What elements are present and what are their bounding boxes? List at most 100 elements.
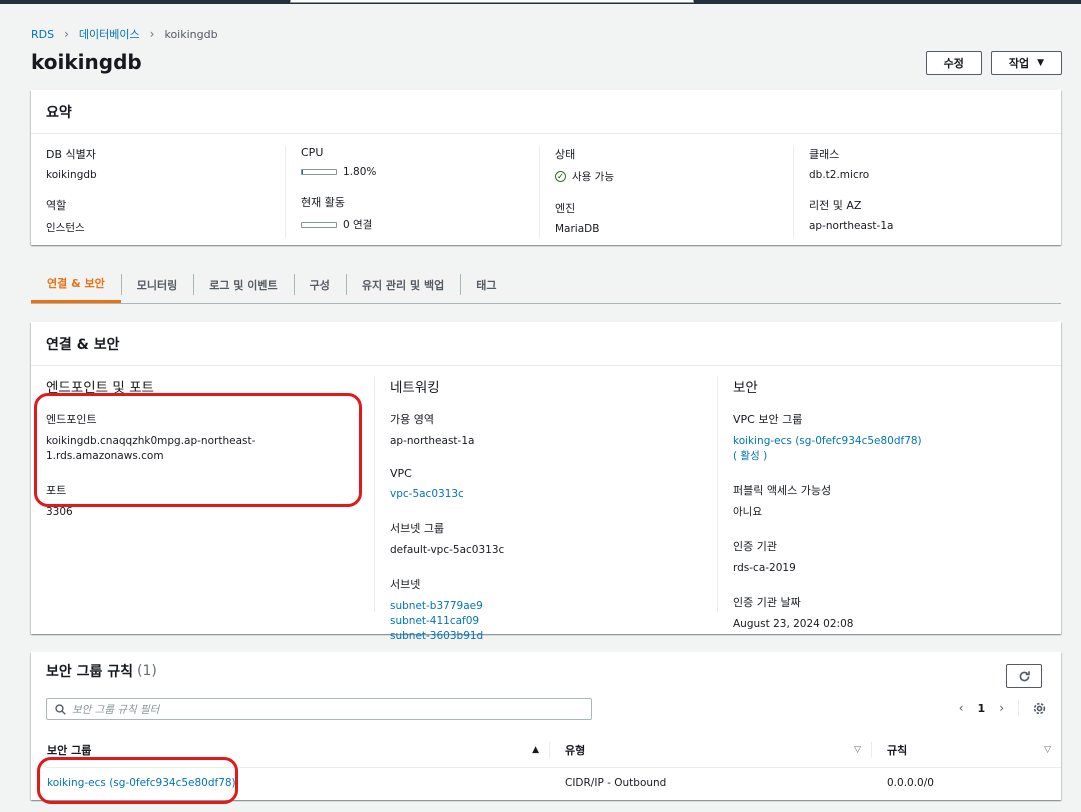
region-value: ap-northeast-1a [809, 220, 894, 232]
search-bar-edge[interactable] [290, 0, 694, 3]
ca-date-value: August 23, 2024 02:08 [733, 618, 854, 630]
breadcrumb-databases[interactable]: 데이터베이스 [79, 26, 140, 42]
caret-down-icon: ▼ [1037, 58, 1044, 68]
class-label: 클래스 [809, 148, 840, 161]
column-label: 규칙 [887, 743, 908, 757]
chevron-right-icon: › [64, 27, 69, 41]
pager-divider [1018, 700, 1019, 716]
subnets-label: 서브넷 [390, 578, 421, 591]
cpu-bar [301, 169, 337, 175]
subnet-link[interactable]: subnet-b3779ae9 [390, 600, 483, 612]
summary-panel: 요약 DB 식별자 koikingdb 역할 인스턴스 CPU 1.80% 현재… [31, 90, 1061, 245]
breadcrumb: RDS › 데이터베이스 › koikingdb [31, 26, 218, 42]
db-identifier-label: DB 식별자 [46, 148, 96, 161]
chevron-left-icon[interactable]: ‹ [959, 701, 964, 715]
summary-col-2: CPU 1.80% 현재 활동 0 연결 [285, 146, 539, 238]
column-header-security-group[interactable]: 보안 그룹 ▲ [46, 742, 549, 758]
engine-label: 엔진 [555, 202, 576, 215]
cpu-label: CPU [301, 146, 324, 159]
tab-logs-events[interactable]: 로그 및 이벤트 [193, 266, 293, 303]
security-title: 보안 [733, 380, 758, 396]
breadcrumb-current: koikingdb [164, 27, 218, 41]
engine-value: MariaDB [555, 223, 600, 235]
ca-value: rds-ca-2019 [733, 562, 796, 574]
rules-header: 보안 그룹 규칙 (1) [31, 652, 1061, 690]
vpc-sg-label: VPC 보안 그룹 [733, 413, 803, 426]
subnet-link[interactable]: subnet-411caf09 [390, 615, 479, 627]
sort-icon: ▽ [1044, 744, 1051, 755]
summary-title: 요약 [31, 90, 1061, 134]
vpc-link[interactable]: vpc-5ac0313c [390, 488, 464, 500]
tab-monitoring[interactable]: 모니터링 [120, 266, 193, 303]
networking-column: 네트워킹 가용 영역 ap-northeast-1a VPC vpc-5ac03… [374, 376, 717, 642]
activity-value: 0 연결 [343, 219, 373, 231]
rules-count: (1) [137, 663, 157, 679]
endpoint-column: 엔드포인트 및 포트 엔드포인트 koikingdb.cnaqqzhk0mpg.… [31, 376, 374, 612]
rules-table: 보안 그룹 ▲ 유형 ▽ 규칙 ▽ koiking-ecs (sg-0fefc9… [46, 732, 1061, 798]
column-label: 보안 그룹 [47, 743, 92, 757]
rule-cidr: 0.0.0.0/0 [887, 777, 934, 789]
refresh-icon [1019, 670, 1030, 681]
tab-connectivity[interactable]: 연결 & 보안 [31, 266, 121, 303]
refresh-button[interactable] [1006, 664, 1042, 688]
sort-asc-icon: ▲ [532, 744, 539, 755]
port-label: 포트 [46, 484, 67, 497]
page-title: koikingdb [31, 50, 142, 74]
chevron-right-icon[interactable]: › [999, 701, 1004, 715]
filter-placeholder: 보안 그룹 규칙 필터 [72, 703, 160, 716]
tab-tags[interactable]: 태그 [460, 266, 512, 303]
az-value: ap-northeast-1a [390, 435, 475, 447]
search-icon [55, 703, 66, 715]
rule-type: CIDR/IP - Outbound [565, 777, 667, 789]
public-access-label: 퍼블릭 액세스 가능성 [733, 484, 832, 497]
table-row: koiking-ecs (sg-0fefc934c5e80df78) CIDR/… [46, 768, 1061, 798]
chevron-right-icon: › [149, 27, 155, 41]
pagination: ‹ 1 › [959, 700, 1046, 716]
header-actions: 수정 작업 ▼ [925, 51, 1062, 75]
summary-col-3: 상태 ✓ 사용 가능 엔진 MariaDB [539, 146, 793, 238]
subnet-group-label: 서브넷 그룹 [390, 522, 445, 535]
rules-title: 보안 그룹 규칙 [46, 664, 134, 680]
az-label: 가용 영역 [390, 413, 434, 426]
endpoint-section-title: 엔드포인트 및 포트 [46, 380, 154, 396]
status-value: 사용 가능 [572, 171, 614, 183]
public-access-value: 아니요 [733, 506, 762, 518]
vpc-label: VPC [390, 467, 412, 480]
vpc-sg-link[interactable]: koiking-ecs (sg-0fefc934c5e80df78) [733, 435, 922, 447]
connectivity-title: 연결 & 보안 [31, 322, 1061, 366]
column-header-type[interactable]: 유형 ▽ [549, 741, 871, 758]
modify-button[interactable]: 수정 [925, 51, 982, 75]
vpc-sg-status: ( 활성 ) [733, 450, 768, 462]
region-label: 리전 및 AZ [809, 199, 862, 212]
tab-maintenance-backup[interactable]: 유지 관리 및 백업 [345, 266, 460, 303]
ca-date-label: 인증 기관 날짜 [733, 596, 801, 609]
security-group-rules-panel: 보안 그룹 규칙 (1) 보안 그룹 규칙 필터 ‹ 1 › 보안 그룹 ▲ 유… [31, 652, 1061, 800]
page-number[interactable]: 1 [978, 702, 986, 715]
top-nav-bar [0, 0, 1081, 4]
status-label: 상태 [555, 148, 576, 161]
cpu-value: 1.80% [343, 166, 377, 178]
connectivity-panel: 연결 & 보안 엔드포인트 및 포트 엔드포인트 koikingdb.cnaqq… [31, 322, 1061, 642]
subnet-link[interactable]: subnet-3603b91d [390, 630, 483, 642]
security-column: 보안 VPC 보안 그룹 koiking-ecs (sg-0fefc934c5e… [717, 376, 1060, 630]
column-header-rule[interactable]: 규칙 ▽ [871, 741, 1061, 758]
subnet-group-value: default-vpc-5ac0313c [390, 544, 505, 556]
tab-configuration[interactable]: 구성 [293, 266, 346, 303]
networking-title: 네트워킹 [390, 380, 440, 396]
gear-icon[interactable] [1033, 702, 1046, 715]
activity-label: 현재 활동 [301, 196, 345, 209]
column-label: 유형 [565, 743, 586, 757]
rule-security-group-link[interactable]: koiking-ecs (sg-0fefc934c5e80df78) [47, 777, 236, 789]
actions-button-label: 작업 [1008, 57, 1030, 70]
breadcrumb-rds[interactable]: RDS [31, 28, 54, 41]
db-identifier-value: koikingdb [46, 169, 97, 181]
summary-col-1: DB 식별자 koikingdb 역할 인스턴스 [31, 146, 285, 238]
rules-filter-input[interactable]: 보안 그룹 규칙 필터 [46, 698, 592, 720]
endpoint-value: koikingdb.cnaqqzhk0mpg.ap-northeast-1.rd… [46, 435, 256, 462]
actions-dropdown-button[interactable]: 작업 ▼ [990, 51, 1062, 75]
detail-tabs: 연결 & 보안 모니터링 로그 및 이벤트 구성 유지 관리 및 백업 태그 [31, 266, 1061, 304]
table-header: 보안 그룹 ▲ 유형 ▽ 규칙 ▽ [46, 732, 1061, 768]
check-circle-icon: ✓ [555, 171, 566, 182]
ca-label: 인증 기관 [733, 540, 777, 553]
port-value: 3306 [46, 506, 73, 518]
